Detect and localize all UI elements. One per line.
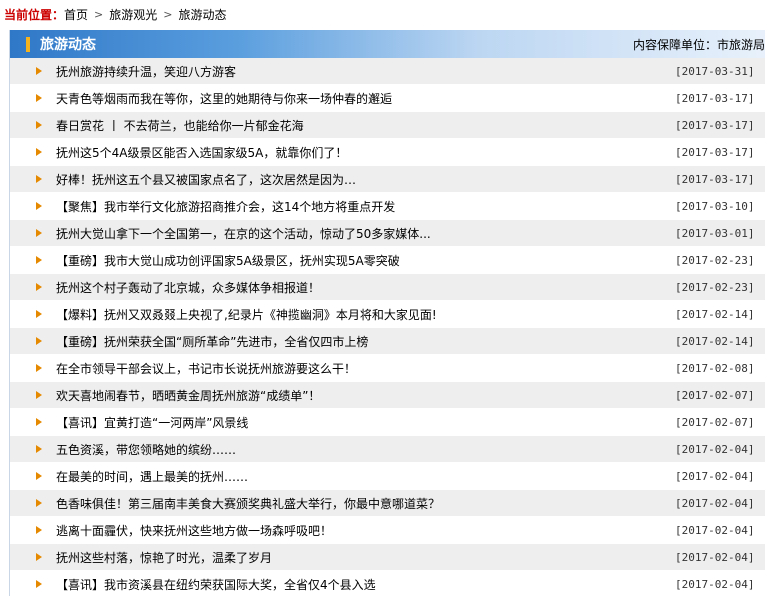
content-unit-label: 内容保障单位：市旅游局 [632,37,765,52]
list-item[interactable]: 欢天喜地闹春节，晒晒黄金周抚州旅游“成绩单”！ [2017-02-07] [10,382,765,409]
news-date: [2017-02-23] [675,280,755,294]
news-title-link[interactable]: 【爆料】抚州又双叒叕上央视了,纪录片《神揽幽洞》本月将和大家见面! [56,306,675,323]
panel-title: 旅游动态 [40,37,96,53]
triangle-bullet-icon [36,337,42,345]
breadcrumb-home-link[interactable]: 首页 [64,6,88,23]
news-title-link[interactable]: 【重磅】抚州荣获全国“厕所革命”先进市，全省仅四市上榜 [56,333,675,350]
panel-header: 旅游动态 内容保障单位：市旅游局 [10,30,765,58]
news-date: [2017-02-04] [675,496,755,510]
news-title-link[interactable]: 逃离十面霾伏，快来抚州这些地方做一场森呼吸吧！ [56,522,675,539]
triangle-bullet-icon [36,202,42,210]
news-date: [2017-02-07] [675,388,755,402]
news-title-link[interactable]: 【喜讯】我市资溪县在纽约荣获国际大奖，全省仅4个县入选 [56,576,675,593]
list-item[interactable]: 【重磅】我市大觉山成功创评国家5A级景区，抚州实现5A零突破 [2017-02-2… [10,247,765,274]
news-list: 抚州旅游持续升温，笑迎八方游客 [2017-03-31] 天青色等烟雨而我在等你，这… [10,58,765,596]
triangle-bullet-icon [36,472,42,480]
news-date: [2017-03-17] [675,172,755,186]
news-title-link[interactable]: 抚州这些村落，惊艳了时光，温柔了岁月 [56,549,675,566]
news-date: [2017-02-04] [675,577,755,591]
news-title-link[interactable]: 色香味俱佳！第三届南丰美食大赛颁奖典礼盛大举行，你最中意哪道菜？ [56,495,675,512]
news-date: [2017-03-01] [675,226,755,240]
list-item[interactable]: 【聚焦】我市举行文化旅游招商推介会，这14个地方将重点开发 [2017-03-10… [10,193,765,220]
news-date: [2017-03-17] [675,145,755,159]
list-item[interactable]: 在最美的时间，遇上最美的抚州…… [2017-02-04] [10,463,765,490]
list-item[interactable]: 春日赏花 丨 不去荷兰，也能给你一片郁金花海 [2017-03-17] [10,112,765,139]
triangle-bullet-icon [36,391,42,399]
list-item[interactable]: 抚州这个村子轰动了北京城，众多媒体争相报道！ [2017-02-23] [10,274,765,301]
news-date: [2017-02-14] [675,307,755,321]
news-date: [2017-03-10] [675,199,755,213]
news-date: [2017-02-04] [675,442,755,456]
news-date: [2017-02-14] [675,334,755,348]
news-date: [2017-03-31] [675,64,755,78]
breadcrumb: 当前位置： 首页 > 旅游观光 > 旅游动态 [0,0,765,28]
triangle-bullet-icon [36,418,42,426]
list-item[interactable]: 【喜讯】宜黄打造“一河两岸”风景线 [2017-02-07] [10,409,765,436]
list-item[interactable]: 抚州这5个4A级景区能否入选国家级5A，就靠你们了！ [2017-03-17] [10,139,765,166]
list-item[interactable]: 抚州大觉山拿下一个全国第一，在京的这个活动，惊动了50多家媒体... [2017-… [10,220,765,247]
list-item[interactable]: 【喜讯】我市资溪县在纽约荣获国际大奖，全省仅4个县入选 [2017-02-04] [10,571,765,596]
triangle-bullet-icon [36,283,42,291]
news-title-link[interactable]: 抚州大觉山拿下一个全国第一，在京的这个活动，惊动了50多家媒体... [56,225,675,242]
news-date: [2017-03-17] [675,91,755,105]
news-title-link[interactable]: 好棒！抚州这五个县又被国家点名了，这次居然是因为… [56,171,675,188]
news-title-link[interactable]: 在最美的时间，遇上最美的抚州…… [56,468,675,485]
triangle-bullet-icon [36,553,42,561]
chevron-right-icon: > [94,7,104,21]
news-title-link[interactable]: 春日赏花 丨 不去荷兰，也能给你一片郁金花海 [56,117,675,134]
news-date: [2017-02-04] [675,523,755,537]
list-item[interactable]: 逃离十面霾伏，快来抚州这些地方做一场森呼吸吧！ [2017-02-04] [10,517,765,544]
triangle-bullet-icon [36,94,42,102]
news-date: [2017-03-17] [675,118,755,132]
panel-title-wrap: 旅游动态 [10,34,96,54]
triangle-bullet-icon [36,256,42,264]
list-item[interactable]: 抚州这些村落，惊艳了时光，温柔了岁月 [2017-02-04] [10,544,765,571]
news-title-link[interactable]: 抚州旅游持续升温，笑迎八方游客 [56,63,675,80]
news-date: [2017-02-08] [675,361,755,375]
news-title-link[interactable]: 在全市领导干部会议上，书记市长说抚州旅游要这么干！ [56,360,675,377]
list-item[interactable]: 在全市领导干部会议上，书记市长说抚州旅游要这么干！ [2017-02-08] [10,355,765,382]
list-item[interactable]: 色香味俱佳！第三届南丰美食大赛颁奖典礼盛大举行，你最中意哪道菜？ [2017-02… [10,490,765,517]
news-title-link[interactable]: 抚州这5个4A级景区能否入选国家级5A，就靠你们了！ [56,144,675,161]
triangle-bullet-icon [36,67,42,75]
triangle-bullet-icon [36,445,42,453]
news-title-link[interactable]: 【重磅】我市大觉山成功创评国家5A级景区，抚州实现5A零突破 [56,252,675,269]
news-title-link[interactable]: 【喜讯】宜黄打造“一河两岸”风景线 [56,414,675,431]
breadcrumb-tourism-link[interactable]: 旅游观光 [109,6,157,23]
news-title-link[interactable]: 欢天喜地闹春节，晒晒黄金周抚州旅游“成绩单”！ [56,387,675,404]
triangle-bullet-icon [36,310,42,318]
news-panel: 旅游动态 内容保障单位：市旅游局 抚州旅游持续升温，笑迎八方游客 [2017-03… [9,30,765,596]
triangle-bullet-icon [36,526,42,534]
list-item[interactable]: 抚州旅游持续升温，笑迎八方游客 [2017-03-31] [10,58,765,85]
triangle-bullet-icon [36,175,42,183]
breadcrumb-prefix: 当前位置： [4,7,65,22]
news-date: [2017-02-07] [675,415,755,429]
triangle-bullet-icon [36,148,42,156]
triangle-bullet-icon [36,364,42,372]
news-date: [2017-02-23] [675,253,755,267]
news-date: [2017-02-04] [675,550,755,564]
header-bar-icon [26,36,30,52]
news-title-link[interactable]: 【聚焦】我市举行文化旅游招商推介会，这14个地方将重点开发 [56,198,675,215]
triangle-bullet-icon [36,580,42,588]
list-item[interactable]: 五色资溪，带您领略她的缤纷…… [2017-02-04] [10,436,765,463]
news-title-link[interactable]: 五色资溪，带您领略她的缤纷…… [56,441,675,458]
news-date: [2017-02-04] [675,469,755,483]
breadcrumb-news-link[interactable]: 旅游动态 [178,6,226,23]
list-item[interactable]: 好棒！抚州这五个县又被国家点名了，这次居然是因为… [2017-03-17] [10,166,765,193]
news-title-link[interactable]: 天青色等烟雨而我在等你，这里的她期待与你来一场仲春的邂逅 [56,90,675,107]
list-item[interactable]: 天青色等烟雨而我在等你，这里的她期待与你来一场仲春的邂逅 [2017-03-17] [10,85,765,112]
triangle-bullet-icon [36,499,42,507]
list-item[interactable]: 【爆料】抚州又双叒叕上央视了,纪录片《神揽幽洞》本月将和大家见面! [2017-0… [10,301,765,328]
list-item[interactable]: 【重磅】抚州荣获全国“厕所革命”先进市，全省仅四市上榜 [2017-02-14] [10,328,765,355]
chevron-right-icon: > [163,7,173,21]
news-title-link[interactable]: 抚州这个村子轰动了北京城，众多媒体争相报道！ [56,279,675,296]
triangle-bullet-icon [36,229,42,237]
triangle-bullet-icon [36,121,42,129]
